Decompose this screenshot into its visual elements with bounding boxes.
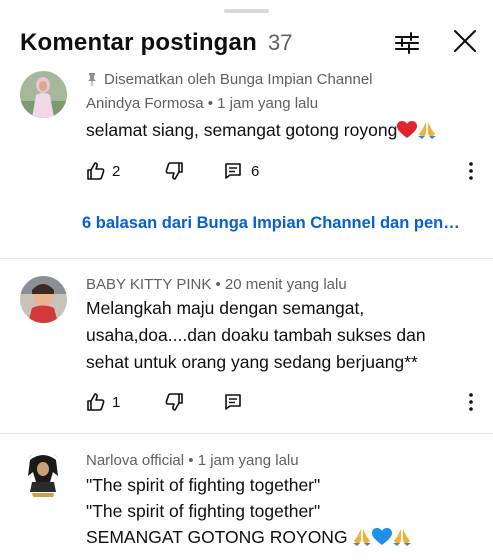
divider [0, 258, 493, 259]
blue-heart-icon [372, 528, 393, 545]
comment-meta: BABY KITTY PINK • 20 menit yang lalu [86, 276, 347, 293]
comment-list[interactable]: Disematkan oleh Bunga Impian Channel Ani… [0, 68, 493, 560]
avatar[interactable] [20, 452, 67, 499]
avatar[interactable] [20, 71, 67, 118]
comment-actions: 1 [86, 390, 486, 414]
red-heart-icon [397, 121, 418, 138]
close-icon [454, 30, 476, 52]
reply-icon [225, 163, 241, 179]
author-name[interactable]: Narlova official [86, 452, 184, 469]
meta-separator: • [203, 95, 218, 112]
comment-time: 20 menit yang lalu [224, 276, 347, 293]
meta-separator: • [211, 276, 225, 293]
comment-text: Melangkah maju dengan semangat, usaha,do… [86, 295, 426, 376]
thumbs-up-icon [87, 162, 105, 180]
dislike-button[interactable] [164, 159, 184, 183]
comment-line: Melangkah maju dengan semangat, [86, 298, 365, 318]
comment-text: selamat siang, semangat gotong royong [86, 117, 437, 144]
divider [0, 433, 493, 434]
comment-time: 1 jam yang lalu [197, 452, 299, 469]
more-options-button[interactable] [464, 390, 478, 414]
like-count: 2 [112, 162, 121, 180]
meta-separator: • [184, 452, 198, 469]
reply-button[interactable]: 6 [224, 159, 259, 183]
comment-line-with-emoji: SEMANGAT GOTONG ROYONG [86, 524, 412, 550]
folded-hands-icon [418, 122, 437, 139]
thumbs-down-icon [165, 162, 183, 180]
comment-line: sehat untuk orang yang sedang berjuang** [86, 352, 418, 372]
comment-meta: Anindya Formosa • 1 jam yang lalu [86, 95, 318, 112]
dislike-button[interactable] [164, 390, 184, 414]
page-title: Komentar postingan [20, 29, 257, 56]
like-button[interactable]: 2 [86, 159, 120, 183]
reply-button[interactable] [224, 390, 242, 414]
more-vertical-icon [469, 162, 473, 180]
folded-hands-icon [393, 529, 412, 546]
pinned-label: Disematkan oleh Bunga Impian Channel [86, 71, 373, 88]
comment-meta: Narlova official • 1 jam yang lalu [86, 452, 299, 469]
reply-count: 6 [251, 162, 260, 180]
thumbs-up-icon [87, 393, 105, 411]
pin-icon [88, 73, 96, 86]
more-options-button[interactable] [464, 159, 478, 183]
close-button[interactable] [450, 26, 480, 56]
comment-line: "The spirit of fighting together" [86, 501, 321, 521]
thumbs-down-icon [165, 393, 183, 411]
comment-actions: 2 6 [86, 159, 486, 183]
comment-line: SEMANGAT GOTONG ROYONG [86, 527, 353, 547]
filter-button[interactable] [392, 28, 422, 58]
more-vertical-icon [469, 393, 473, 411]
sliders-icon [395, 32, 419, 54]
author-name[interactable]: BABY KITTY PINK [86, 276, 211, 293]
comment-line: selamat siang, semangat gotong royong [86, 120, 398, 140]
author-name[interactable]: Anindya Formosa [86, 95, 204, 112]
comments-header: Komentar postingan 37 [0, 22, 493, 66]
like-button[interactable]: 1 [86, 390, 120, 414]
view-replies-link[interactable]: 6 balasan dari Bunga Impian Channel dan … [82, 214, 478, 233]
reply-icon [225, 394, 241, 410]
comment-count: 37 [268, 30, 293, 55]
comment-time: 1 jam yang lalu [217, 95, 319, 112]
like-count: 1 [112, 393, 121, 411]
comment-line: usaha,doa....dan doaku tambah sukses dan [86, 325, 426, 345]
avatar[interactable] [20, 276, 67, 323]
pinned-text: Disematkan oleh Bunga Impian Channel [104, 71, 373, 88]
folded-hands-icon [353, 529, 372, 546]
comment-text: "The spirit of fighting together" "The s… [86, 472, 412, 550]
comment-line: "The spirit of fighting together" [86, 475, 321, 495]
drag-handle[interactable] [224, 9, 269, 13]
